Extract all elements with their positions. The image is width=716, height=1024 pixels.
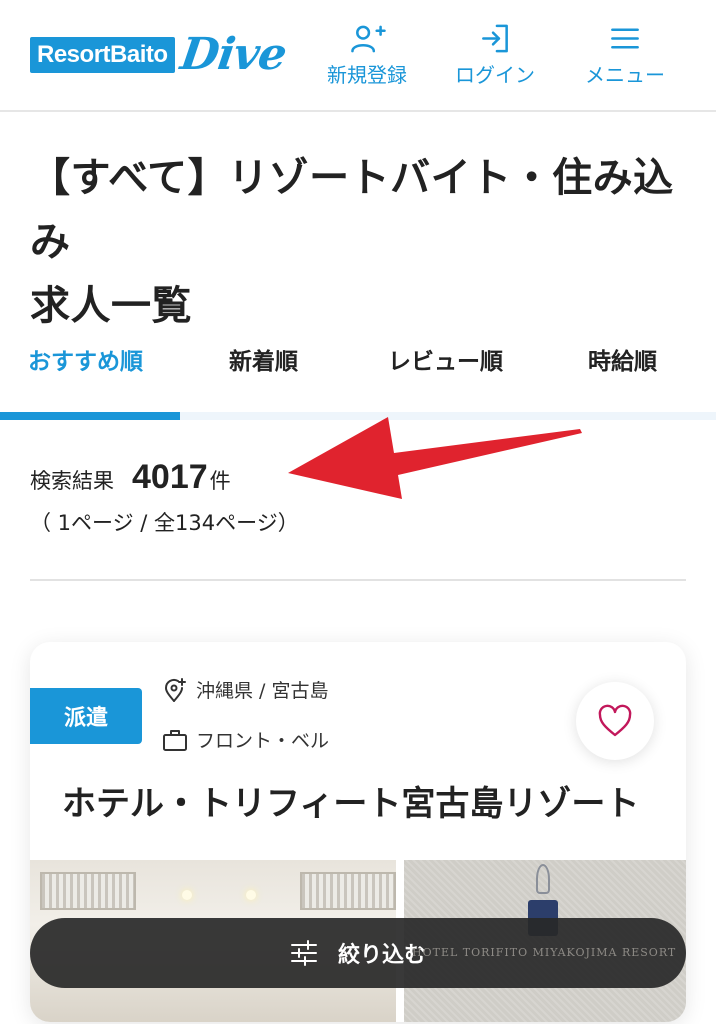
logo-script: Dive xyxy=(177,29,289,80)
photo-sign-caption: HOTEL TORIFITO MIYAKOJIMA RESORT xyxy=(412,946,677,959)
logo-wordmark: ResortBaito xyxy=(30,37,175,73)
location-pin-icon xyxy=(164,677,186,702)
results-unit: 件 xyxy=(209,469,231,493)
menu-button[interactable]: メニュー xyxy=(570,22,680,88)
job-location: 沖縄県 / 宮古島 xyxy=(162,676,328,703)
favorite-button[interactable] xyxy=(576,682,654,760)
register-button[interactable]: 新規登録 xyxy=(312,22,422,88)
briefcase-icon xyxy=(163,729,187,751)
heart-icon xyxy=(598,704,632,737)
tab-reviews[interactable]: レビュー順 xyxy=(388,342,503,376)
job-title[interactable]: ホテル・トリフィート宮古島リゾート xyxy=(62,776,639,825)
sort-tabs: おすすめ順 新着順 レビュー順 時給順 xyxy=(0,320,716,422)
employment-type-badge: 派遣 xyxy=(30,688,142,744)
tab-newest[interactable]: 新着順 xyxy=(229,342,298,376)
login-button[interactable]: ログイン xyxy=(440,22,550,88)
divider xyxy=(30,579,686,581)
photo-detail xyxy=(40,872,136,910)
tab-hourly-wage[interactable]: 時給順 xyxy=(588,342,657,376)
login-label: ログイン xyxy=(455,63,535,87)
page-title-line1: 【すべて】リゾートバイト・住み込み xyxy=(30,155,674,265)
results-pages: （ 1ページ / 全134ページ） xyxy=(30,511,299,535)
job-location-text: 沖縄県 / 宮古島 xyxy=(196,680,329,702)
photo-detail xyxy=(182,890,192,900)
tab-active-indicator xyxy=(0,412,180,420)
hamburger-icon xyxy=(611,28,639,49)
tab-recommended[interactable]: おすすめ順 xyxy=(28,342,143,376)
page-title: 【すべて】リゾートバイト・住み込み 求人一覧 xyxy=(30,146,690,338)
sliders-icon xyxy=(290,940,317,966)
photo-detail xyxy=(536,864,550,894)
site-logo[interactable]: ResortBaito Dive xyxy=(30,26,289,84)
register-label: 新規登録 xyxy=(327,63,407,87)
photo-detail xyxy=(246,890,256,900)
results-count: 4017 xyxy=(132,458,208,496)
job-type-text: フロント・ベル xyxy=(196,730,330,752)
menu-label: メニュー xyxy=(585,63,665,87)
annotation-arrow-icon xyxy=(288,417,582,499)
user-plus-icon xyxy=(351,25,386,53)
site-header: ResortBaito Dive 新規登録 ログイン メニュー xyxy=(0,0,716,112)
photo-detail xyxy=(300,872,396,910)
login-icon xyxy=(482,24,508,53)
job-type: フロント・ベル xyxy=(162,726,329,753)
results-label: 検索結果 xyxy=(30,469,114,493)
